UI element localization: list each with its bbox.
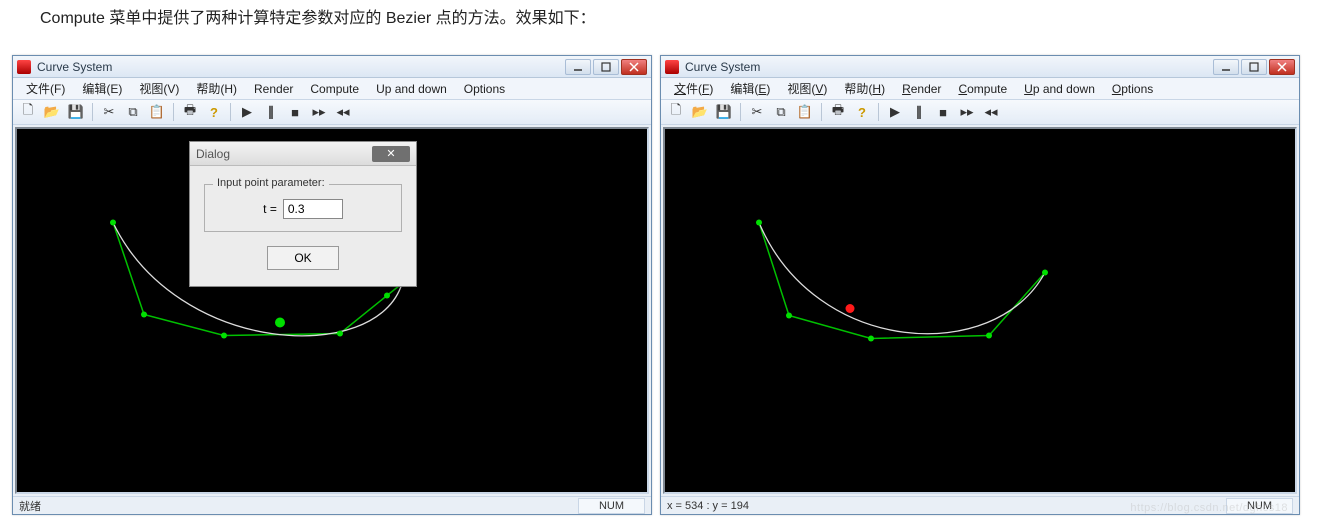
new-icon[interactable]: 🗋 — [665, 101, 687, 123]
bezier-canvas[interactable] — [665, 129, 1295, 492]
sep-icon — [740, 103, 741, 121]
control-point[interactable] — [986, 333, 992, 339]
minimize-button[interactable] — [1213, 59, 1239, 75]
t-input[interactable] — [283, 199, 343, 219]
param-dialog[interactable]: Dialog ✕ Input point parameter: t = OK — [189, 141, 417, 287]
titlebar[interactable]: Curve System — [13, 56, 651, 78]
step-back-icon[interactable]: ▸▸ — [308, 101, 330, 123]
menu-updown[interactable]: Up and down — [1017, 80, 1102, 98]
help-icon[interactable]: ? — [203, 101, 225, 123]
computed-point[interactable] — [846, 304, 855, 313]
rewind-icon[interactable]: ◂◂ — [980, 101, 1002, 123]
rewind-icon[interactable]: ◂◂ — [332, 101, 354, 123]
toolbar: 🗋 📂 💾 ✂ ⧉ 📋 🖶 ? ▶ ∥ ■ ▸▸ ◂◂ — [661, 100, 1299, 125]
toolbar: 🗋 📂 💾 ✂ ⧉ 📋 🖶 ? ▶ ∥ ■ ▸▸ ◂◂ — [13, 100, 651, 125]
control-point[interactable] — [221, 333, 227, 339]
status-text: x = 534 : y = 194 — [667, 500, 1226, 512]
titlebar[interactable]: Curve System — [661, 56, 1299, 78]
t-label: t = — [263, 202, 277, 216]
status-numlock: NUM — [1226, 498, 1293, 514]
app-icon — [17, 60, 31, 74]
sep-icon — [230, 103, 231, 121]
menubar: 文件(F) 编辑(E) 视图(V) 帮助(H) Render Compute U… — [661, 78, 1299, 100]
maximize-button[interactable] — [1241, 59, 1267, 75]
menu-view[interactable]: 视图(V) — [132, 78, 186, 99]
play-icon[interactable]: ▶ — [236, 101, 258, 123]
page-caption: Compute 菜单中提供了两种计算特定参数对应的 Bezier 点的方法。效果… — [40, 4, 596, 28]
window-title: Curve System — [37, 60, 565, 74]
canvas-area[interactable]: Dialog ✕ Input point parameter: t = OK — [15, 127, 649, 494]
save-icon[interactable]: 💾 — [65, 101, 87, 123]
status-text: 就绪 — [19, 498, 578, 514]
control-point[interactable] — [110, 220, 116, 226]
minimize-button[interactable] — [565, 59, 591, 75]
menu-help[interactable]: 帮助(H) — [837, 78, 892, 99]
copy-icon[interactable]: ⧉ — [122, 101, 144, 123]
dialog-close-button[interactable]: ✕ — [372, 146, 410, 162]
menu-file[interactable]: 文件(F) — [19, 78, 72, 99]
menu-file[interactable]: 文件(F) — [667, 78, 720, 99]
cut-icon[interactable]: ✂ — [746, 101, 768, 123]
help-icon[interactable]: ? — [851, 101, 873, 123]
close-button[interactable] — [1269, 59, 1295, 75]
control-point[interactable] — [786, 313, 792, 319]
pause-icon[interactable]: ∥ — [908, 101, 930, 123]
paste-icon[interactable]: 📋 — [146, 101, 168, 123]
stop-icon[interactable]: ■ — [284, 101, 306, 123]
control-polygon — [759, 223, 1045, 339]
app-window-left: Curve System 文件(F) 编辑(E) 视图(V) 帮助(H) Ren… — [12, 55, 652, 515]
menu-help[interactable]: 帮助(H) — [189, 78, 244, 99]
sep-icon — [92, 103, 93, 121]
control-point[interactable] — [868, 336, 874, 342]
control-point[interactable] — [384, 293, 390, 299]
statusbar: x = 534 : y = 194 NUM — [661, 496, 1299, 514]
computed-point[interactable] — [275, 318, 285, 328]
statusbar: 就绪 NUM — [13, 496, 651, 514]
menu-render[interactable]: Render — [247, 80, 300, 98]
control-point[interactable] — [1042, 270, 1048, 276]
dialog-group-label: Input point parameter: — [213, 177, 329, 189]
sep-icon — [821, 103, 822, 121]
new-icon[interactable]: 🗋 — [17, 101, 39, 123]
play-icon[interactable]: ▶ — [884, 101, 906, 123]
stop-icon[interactable]: ■ — [932, 101, 954, 123]
status-numlock: NUM — [578, 498, 645, 514]
open-icon[interactable]: 📂 — [41, 101, 63, 123]
menu-options[interactable]: Options — [457, 80, 512, 98]
open-icon[interactable]: 📂 — [689, 101, 711, 123]
maximize-button[interactable] — [593, 59, 619, 75]
print-icon[interactable]: 🖶 — [179, 101, 201, 123]
control-point[interactable] — [337, 331, 343, 337]
bezier-curve — [759, 223, 1045, 334]
cut-icon[interactable]: ✂ — [98, 101, 120, 123]
control-point[interactable] — [756, 220, 762, 226]
menu-view[interactable]: 视图(V) — [780, 78, 834, 99]
sep-icon — [878, 103, 879, 121]
save-icon[interactable]: 💾 — [713, 101, 735, 123]
dialog-titlebar[interactable]: Dialog ✕ — [190, 142, 416, 166]
step-back-icon[interactable]: ▸▸ — [956, 101, 978, 123]
print-icon[interactable]: 🖶 — [827, 101, 849, 123]
app-icon — [665, 60, 679, 74]
window-title: Curve System — [685, 60, 1213, 74]
menu-edit[interactable]: 编辑(E) — [723, 78, 777, 99]
menu-options[interactable]: Options — [1105, 80, 1160, 98]
copy-icon[interactable]: ⧉ — [770, 101, 792, 123]
sep-icon — [173, 103, 174, 121]
close-button[interactable] — [621, 59, 647, 75]
dialog-groupbox: Input point parameter: t = — [204, 184, 402, 232]
menu-compute[interactable]: Compute — [303, 80, 366, 98]
dialog-title-text: Dialog — [196, 147, 372, 161]
app-window-right: Curve System 文件(F) 编辑(E) 视图(V) 帮助(H) Ren… — [660, 55, 1300, 515]
menu-edit[interactable]: 编辑(E) — [75, 78, 129, 99]
control-point[interactable] — [141, 312, 147, 318]
ok-button[interactable]: OK — [267, 246, 339, 270]
menu-updown[interactable]: Up and down — [369, 80, 454, 98]
pause-icon[interactable]: ∥ — [260, 101, 282, 123]
menubar: 文件(F) 编辑(E) 视图(V) 帮助(H) Render Compute U… — [13, 78, 651, 100]
paste-icon[interactable]: 📋 — [794, 101, 816, 123]
canvas-area[interactable] — [663, 127, 1297, 494]
menu-compute[interactable]: Compute — [951, 80, 1014, 98]
menu-render[interactable]: Render — [895, 80, 948, 98]
